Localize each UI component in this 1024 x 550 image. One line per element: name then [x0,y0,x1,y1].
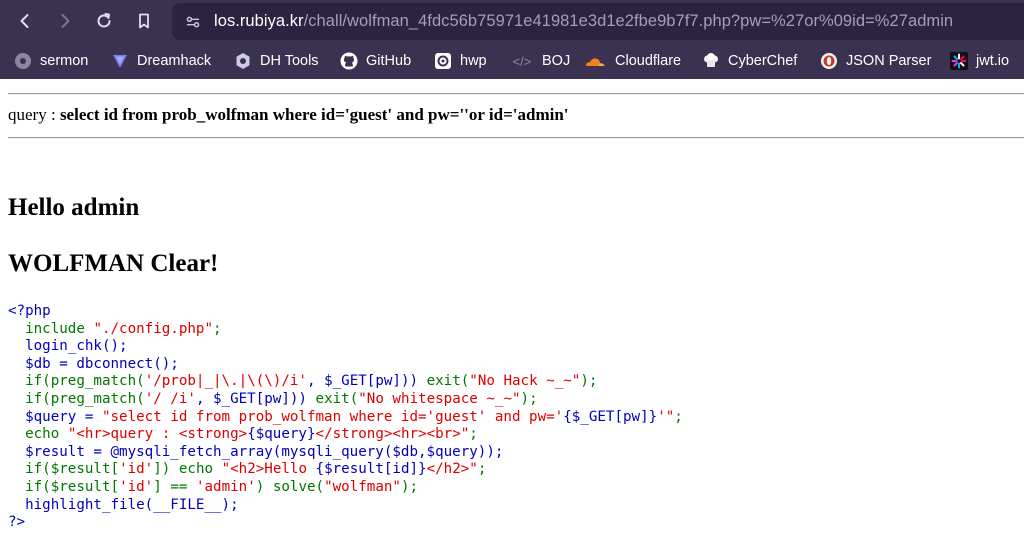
bookmark-boj[interactable]: </> BOJ [510,43,571,79]
query-sql: select id from prob_wolfman where id='gu… [59,105,569,124]
query-label: query : [8,105,60,124]
reload-icon [97,13,111,28]
code-line-11: if($result['id'] == 'admin') solve("wolf… [25,478,419,495]
bookmark-label: BOJ [542,53,571,69]
bookmark-label: DH Tools [260,53,319,69]
code-line-5: if(preg_match('/prob|_|\.|\(\)/i', $_GET… [25,373,598,390]
bookmark-label: Cloudflare [615,53,682,69]
dreamhack-icon [111,52,129,70]
code-line-13: ?> [8,514,26,531]
address-bar[interactable]: los.rubiya.kr/chall/wolfman_4fdc56b75971… [172,3,1024,40]
jwt-icon [950,52,968,70]
code-line-4: $db = dbconnect(); [25,355,179,372]
url-host: los.rubiya.kr [214,12,304,30]
url-path: /chall/wolfman_4fdc56b75971e41981e3d1e2f… [303,12,954,30]
json-icon [820,52,838,70]
url-text[interactable]: los.rubiya.kr/chall/wolfman_4fdc56b75971… [214,12,953,31]
bookmark-label: JSON Parser [846,53,932,69]
code-line-6: if(preg_match('/ /i', $_GET[pw])) exit("… [25,390,538,407]
code-line-2: include "./config.php"; [25,320,222,337]
code-brackets-icon: </> [512,53,532,69]
bookmark-hwp[interactable]: hwp [434,43,487,79]
chef-hat-icon [702,52,720,70]
code-line-3: login_chk(); [25,338,128,355]
code-line-12: highlight_file(__FILE__); [25,496,239,513]
browser-toolbar: los.rubiya.kr/chall/wolfman_4fdc56b75971… [0,0,1024,43]
hwp-icon [434,52,452,70]
hello-heading: Hello admin [8,194,140,221]
bookmarks-bar: sermon Dreamhack DH Tools GitHub hwp </>… [0,43,1024,79]
bookmark-icon [139,13,149,29]
globe-icon [14,52,32,70]
bookmark-label: Dreamhack [137,53,212,69]
bottom-divider [8,137,1024,139]
cloud-icon [583,52,607,70]
bookmark-dh-tools[interactable]: DH Tools [234,43,319,79]
bookmark-dreamhack[interactable]: Dreamhack [111,43,211,79]
code-line-9: $result = @mysqli_fetch_array(mysqli_que… [25,443,504,460]
bookmark-label: sermon [40,53,89,69]
bookmark-sermon[interactable]: sermon [14,43,88,79]
back-button[interactable] [12,8,38,34]
bookmark-json-parser[interactable]: JSON Parser [820,43,931,79]
bookmark-cloudflare[interactable]: Cloudflare [583,43,681,79]
code-line-10: if($result['id']) echo "<h2>Hello {$resu… [25,461,487,478]
bookmark-label: jwt.io [976,53,1010,69]
page-content: query : select id from prob_wolfman wher… [0,79,1024,550]
bookmark-label: CyberChef [728,53,798,69]
bookmark-jwt-io[interactable]: jwt.io [950,43,1009,79]
reload-button[interactable] [91,8,117,34]
gear-icon [234,52,252,70]
bookmark-github[interactable]: GitHub [340,43,411,79]
code-line-7: $query = "select id from prob_wolfman wh… [25,408,683,425]
site-settings-icon[interactable] [184,12,204,32]
query-line: query : select id from prob_wolfman wher… [8,105,569,125]
bookmark-label: hwp [460,53,487,69]
bookmark-page-button[interactable] [131,8,157,34]
code-line-1: <?php [8,303,51,319]
back-arrow-icon [20,14,29,28]
bookmark-cyberchef[interactable]: CyberChef [702,43,797,79]
clear-heading: WOLFMAN Clear! [8,250,219,277]
forward-arrow-icon [61,14,70,28]
forward-button[interactable] [52,8,78,34]
code-line-8: echo "<hr>query : <strong>{$query}</stro… [25,426,478,443]
bookmark-label: GitHub [366,53,412,69]
source-code-block: <?php include "./config.php"; login_chk(… [8,303,683,532]
top-divider [8,93,1024,95]
github-icon [340,52,358,70]
